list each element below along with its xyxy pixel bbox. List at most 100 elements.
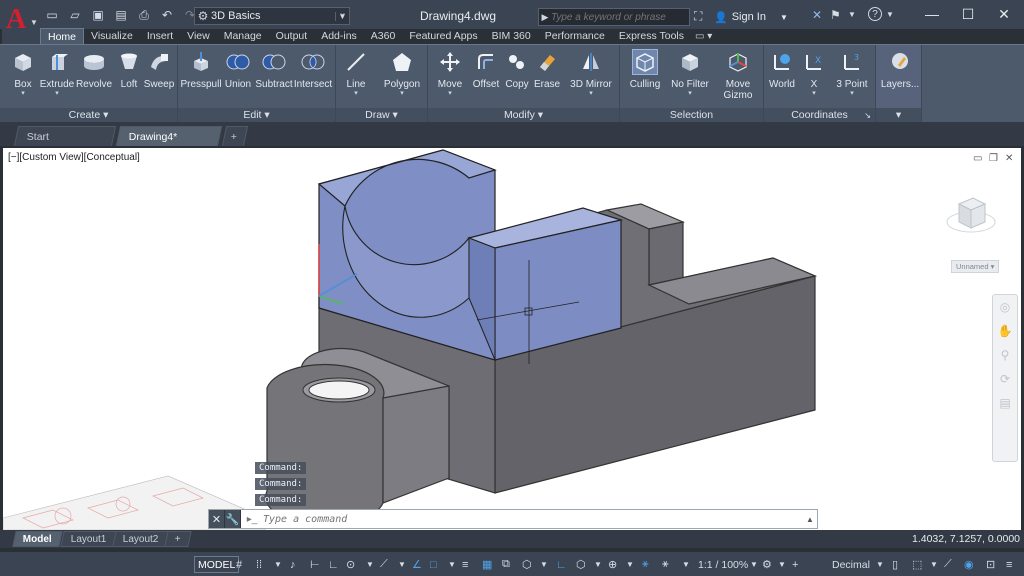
viewport-restore-icon[interactable]: ❐ (989, 153, 998, 164)
command-input[interactable] (263, 513, 803, 525)
hardware-acceleration-icon[interactable]: ◉ (964, 556, 974, 573)
infer-constraints-icon[interactable]: ♪ (290, 556, 296, 573)
line-button[interactable]: Line ▾ (338, 49, 374, 98)
move-button[interactable]: Move ▾ (432, 49, 468, 98)
lineweight-icon[interactable]: ≡ (462, 556, 468, 573)
tab-drawing4[interactable]: Drawing4* ✕ (115, 126, 223, 162)
tab-home[interactable]: Home (40, 28, 85, 44)
tab-insert[interactable]: Insert (140, 28, 180, 44)
chevron-down-icon[interactable]: ▼ (448, 556, 456, 573)
binoculars-icon[interactable]: ⛶ (694, 9, 702, 24)
close-icon[interactable]: ✕ (209, 510, 225, 528)
auto-scale-icon[interactable]: ⚹ (662, 556, 669, 573)
object-snap-tracking-icon[interactable]: ∠ (412, 556, 422, 573)
customization-icon[interactable]: ≡ (1006, 556, 1012, 573)
customize-qat-icon[interactable]: ⩔ (340, 10, 345, 21)
tab-bim-360[interactable]: BIM 360 (485, 28, 538, 44)
sign-in-button[interactable]: 👤 Sign In ▼ (714, 8, 806, 26)
tab-start[interactable]: Start (13, 126, 117, 146)
workspace-gear-icon[interactable]: ⚙ (762, 556, 772, 573)
chevron-down-icon[interactable]: ▼ (626, 556, 634, 573)
annotation-visibility-icon[interactable]: ⚹ (642, 556, 649, 573)
model-space-button[interactable]: MODEL (194, 556, 240, 573)
chevron-down-icon[interactable]: ▼ (594, 556, 602, 573)
transparency-icon[interactable]: ▦ (482, 556, 492, 573)
undo-icon[interactable]: ↶ (157, 7, 177, 23)
tab-layout1[interactable]: Layout1 (60, 531, 118, 547)
extrude-button[interactable]: Extrude ▾ (39, 49, 75, 98)
quick-properties-icon[interactable]: ▯ (892, 556, 898, 573)
clean-screen-icon[interactable]: ⊡ (986, 556, 995, 573)
viewport-controls-label[interactable]: [−][Custom View][Conceptual] (8, 152, 140, 163)
a360-icon[interactable]: ⚑ (830, 8, 841, 22)
chevron-down-icon[interactable]: ▼ (540, 556, 548, 573)
units-select[interactable]: Decimal (832, 556, 870, 573)
viewport-minimize-icon[interactable]: ▭ (973, 153, 982, 164)
presspull-button[interactable]: Presspull (180, 49, 222, 90)
open-icon[interactable]: ▱ (65, 7, 85, 23)
tab-manage[interactable]: Manage (217, 28, 269, 44)
tab-visualize[interactable]: Visualize (84, 28, 140, 44)
exchange-apps-icon[interactable]: ✕ (812, 8, 822, 22)
tab-view[interactable]: View (180, 28, 217, 44)
search-input[interactable] (551, 11, 689, 23)
tab-add-ins[interactable]: Add-ins (314, 28, 364, 44)
save-as-icon[interactable]: ▤ (111, 7, 131, 23)
chevron-down-icon[interactable]: ▼ (398, 556, 406, 573)
panel-modify-title[interactable]: Modify ▾ (428, 108, 619, 123)
viewcube-icon[interactable] (945, 188, 997, 240)
maximize-button[interactable]: ☐ (950, 0, 986, 28)
tab-a360[interactable]: A360 (364, 28, 403, 44)
selection-cycling-icon[interactable]: ⧉ (502, 556, 510, 573)
ortho-icon[interactable]: ∟ (328, 556, 339, 573)
union-button[interactable]: Union (220, 49, 256, 90)
object-snap-icon[interactable]: □ (430, 556, 437, 573)
isolate-objects-icon[interactable]: ⟋ (944, 556, 952, 573)
subtract-button[interactable]: Subtract (255, 49, 293, 90)
search-expand-icon[interactable]: ▶ (539, 12, 551, 23)
tab-performance[interactable]: Performance (538, 28, 612, 44)
3-point-ucs-button[interactable]: 3 3 Point ▾ (832, 49, 872, 98)
world-ucs-button[interactable]: World (764, 49, 800, 90)
chevron-down-icon[interactable]: ▼ (750, 556, 758, 573)
workspace-select[interactable]: ⚙ 3D Basics ▼ (194, 7, 350, 25)
add-layout-button[interactable]: + (164, 531, 192, 547)
dialog-launcher-icon[interactable]: ↘ (864, 108, 871, 123)
3d-osnap-icon[interactable]: ⬡ (522, 556, 532, 573)
polygon-button[interactable]: Polygon ▾ (382, 49, 422, 98)
chevron-up-icon[interactable]: ▲ (803, 515, 817, 524)
dynamic-ucs-icon[interactable]: ∟ (556, 556, 567, 573)
command-prompt-icon[interactable]: ▸_ (241, 514, 263, 525)
chevron-down-icon[interactable]: ▼ (930, 556, 938, 573)
snap-icon[interactable]: ⁞⁞ (256, 556, 262, 573)
wrench-icon[interactable]: 🔧 (225, 510, 241, 528)
gizmo-icon[interactable]: ⊕ (608, 556, 617, 573)
sweep-button[interactable]: Sweep (141, 49, 177, 90)
save-icon[interactable]: ▣ (88, 7, 108, 23)
lock-ui-icon[interactable]: ⬚ (912, 556, 922, 573)
chevron-down-icon[interactable]: ▼ (778, 556, 786, 573)
revolve-button[interactable]: Revolve (76, 49, 112, 90)
erase-button[interactable]: Erase (529, 49, 565, 90)
intersect-button[interactable]: Intersect (294, 49, 332, 90)
isodraft-icon[interactable]: ⟋ (380, 556, 388, 573)
chevron-down-icon[interactable]: ▼ (848, 10, 856, 19)
no-filter-button[interactable]: No Filter ▾ (670, 49, 710, 98)
tab-express-tools[interactable]: Express Tools (612, 28, 691, 44)
chevron-down-icon[interactable]: ▼ (876, 556, 884, 573)
panel-layers-expand[interactable]: ▾ (876, 108, 921, 123)
close-button[interactable]: ✕ (986, 0, 1022, 28)
tab-model[interactable]: Model (12, 531, 63, 547)
steering-wheel-icon[interactable]: ◎ (993, 295, 1017, 319)
polar-tracking-icon[interactable]: ⊙ (346, 556, 355, 573)
viewport-close-icon[interactable]: ✕ (1005, 153, 1013, 164)
drawing-viewport[interactable]: [−][Custom View][Conceptual] ▭ ❐ ✕ Unnam… (3, 148, 1021, 530)
orbit-icon[interactable]: ⟳ (993, 367, 1017, 391)
move-gizmo-button[interactable]: Move Gizmo (718, 49, 758, 101)
ribbon-options-icon[interactable]: ▭ ▾ (695, 31, 712, 42)
panel-edit-title[interactable]: Edit ▾ (178, 108, 335, 123)
minimize-button[interactable]: — (914, 0, 950, 28)
pan-icon[interactable]: ✋ (993, 319, 1017, 343)
grid-icon[interactable]: # (236, 556, 242, 573)
new-tab-button[interactable]: + (221, 126, 249, 146)
